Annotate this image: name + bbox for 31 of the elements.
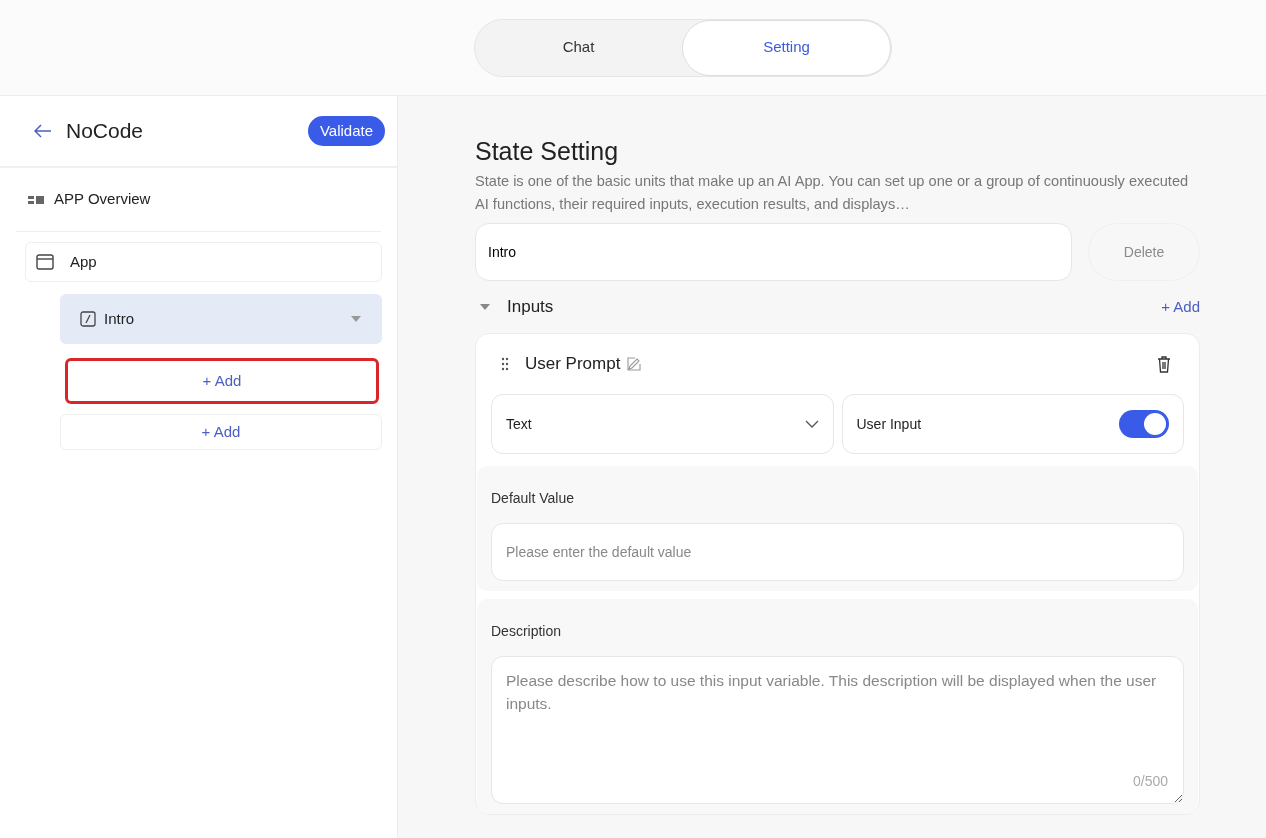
chevron-down-icon — [804, 420, 819, 429]
state-name-field[interactable]: Intro — [475, 223, 1072, 282]
overview-link[interactable]: APP Overview — [54, 188, 151, 211]
default-value-field[interactable]: Please enter the default value — [491, 523, 1184, 582]
section-title: Inputs — [507, 296, 554, 319]
tab[interactable]: Setting — [682, 19, 891, 76]
page-title: State Setting — [475, 136, 620, 166]
state-item[interactable]: Intro — [60, 294, 382, 344]
toggle-switch[interactable] — [1119, 410, 1169, 439]
caret-icon[interactable] — [479, 303, 491, 312]
delete-icon[interactable] — [1156, 355, 1172, 374]
back-arrow-icon[interactable] — [34, 124, 52, 138]
add-button[interactable]: + Add — [65, 358, 379, 404]
add-button[interactable]: + Add — [60, 414, 382, 450]
app-title: NoCode — [66, 118, 145, 145]
character-counter: 0/500 — [1132, 772, 1168, 792]
add-link[interactable]: + Add — [1161, 295, 1200, 319]
toggle-label: User Input — [856, 414, 923, 434]
edit-box-icon — [80, 311, 96, 327]
edit-icon[interactable] — [626, 356, 643, 373]
validate-button[interactable]: Validate — [307, 115, 385, 147]
tab[interactable]: Chat — [475, 19, 682, 76]
field-label: Default Value — [491, 489, 575, 509]
tree-item[interactable]: App — [25, 242, 382, 282]
input-name: User Prompt — [525, 353, 621, 376]
drag-handle-icon[interactable] — [501, 357, 509, 372]
page-description: State is one of the basic units that make up an AI App. You can set up one or a group of continuously executed AI functions, their required inputs, execution results, and displays… — [475, 172, 1190, 214]
overview-icon — [28, 193, 46, 206]
type-select[interactable]: Text — [491, 394, 834, 455]
field-label: Description — [491, 622, 563, 642]
window-icon — [36, 254, 54, 270]
